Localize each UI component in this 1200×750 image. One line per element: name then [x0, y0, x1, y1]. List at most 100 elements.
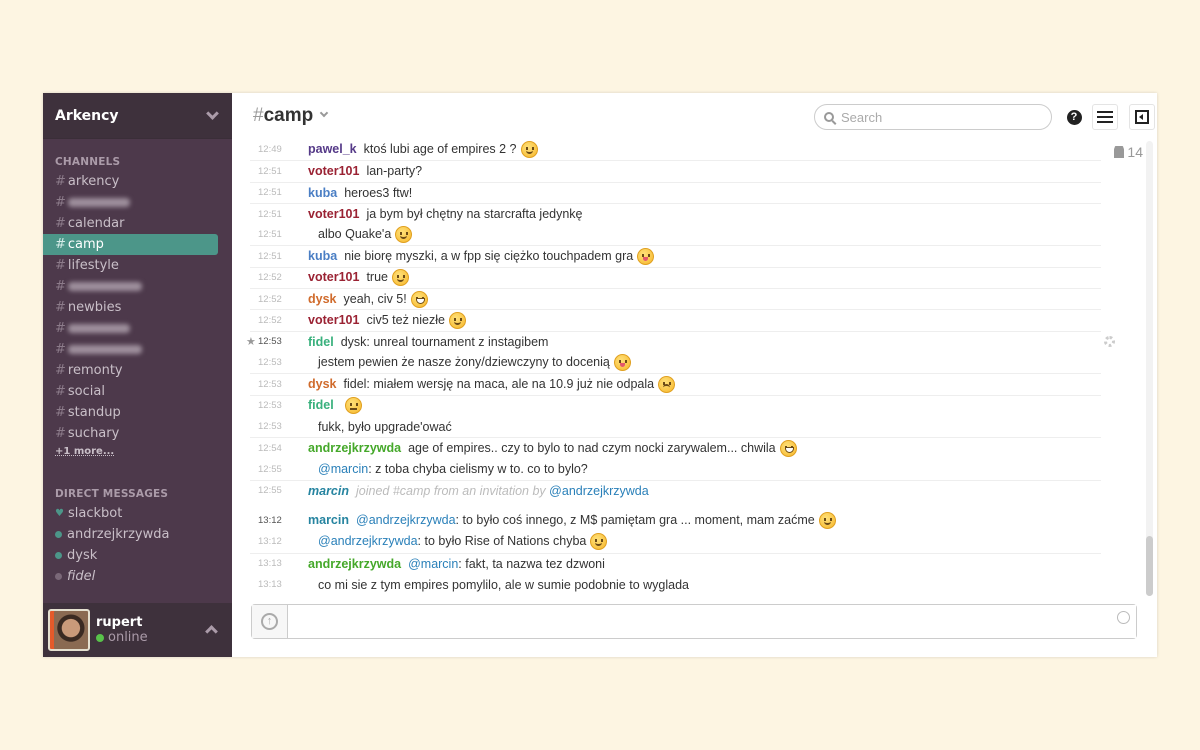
username[interactable]: dysk — [308, 292, 337, 306]
channel-label: remonty — [67, 363, 123, 378]
sidebar-channel-remonty[interactable]: # remonty — [43, 360, 218, 381]
username[interactable]: voter101 — [308, 313, 359, 327]
timestamp[interactable]: 12:53 — [250, 379, 308, 390]
message-body: voter101 true — [308, 269, 409, 287]
channel-title[interactable]: #camp — [253, 105, 329, 127]
username[interactable]: kuba — [308, 186, 337, 200]
channels-heading[interactable]: CHANNELS — [43, 156, 232, 168]
sidebar-channel-standup[interactable]: # standup — [43, 402, 218, 423]
sidebar-channel-hidden[interactable]: # — [43, 192, 218, 213]
timestamp[interactable]: 12:53 — [250, 400, 308, 411]
scrollbar[interactable] — [1146, 141, 1153, 596]
message-input[interactable] — [288, 605, 1136, 638]
message-row: 13:12 @andrzejkrzywda: to było Rise of Na… — [250, 531, 1101, 552]
username[interactable]: andrzejkrzywda — [308, 441, 401, 455]
username[interactable]: voter101 — [308, 164, 359, 178]
message-body: voter101 lan-party? — [308, 164, 422, 178]
help-button[interactable]: ? — [1061, 104, 1087, 130]
message-row: 13:12 marcin @andrzejkrzywda: to było coś … — [250, 510, 1101, 531]
grin-emoji-icon — [779, 439, 797, 457]
sidebar-channel-suchary[interactable]: # suchary — [43, 423, 218, 444]
hash-icon: # — [55, 426, 66, 441]
channel-list: # arkency # # calendar # camp # lifestyle # # newbi… — [43, 171, 232, 444]
username[interactable]: andrzejkrzywda — [308, 557, 401, 571]
username[interactable]: fidel — [308, 398, 334, 412]
channel-details-button[interactable] — [1092, 104, 1118, 130]
gear-icon[interactable] — [1104, 336, 1115, 348]
timestamp[interactable]: 12:53 — [250, 357, 308, 368]
sidebar-channel-social[interactable]: # social — [43, 381, 218, 402]
sidebar-channel-newbies[interactable]: # newbies — [43, 297, 218, 318]
username[interactable]: marcin — [308, 513, 349, 527]
team-name: Arkency — [55, 107, 119, 124]
wink-emoji-icon — [520, 141, 538, 159]
mention-link[interactable]: @marcin — [318, 462, 368, 476]
username[interactable]: pawel_k — [308, 142, 357, 156]
timestamp[interactable]: 12:51 — [250, 251, 308, 262]
username[interactable]: voter101 — [308, 207, 359, 221]
sidebar-channel-hidden[interactable]: # — [43, 276, 218, 297]
sidebar-dm-slackbot[interactable]: ♥ slackbot — [43, 503, 232, 524]
search-input[interactable]: Search — [814, 104, 1052, 130]
sidebar-channel-hidden[interactable]: # — [43, 318, 218, 339]
mention-link[interactable]: @andrzejkrzywda — [356, 513, 456, 527]
team-menu[interactable]: Arkency — [43, 93, 232, 139]
sidebar-channel-camp[interactable]: # camp — [43, 234, 218, 255]
message-row: 13:13 co mi sie z tym empires pomylilo, a… — [250, 574, 1101, 595]
mention-link[interactable]: @andrzejkrzywda — [549, 484, 649, 498]
timestamp[interactable]: 12:49 — [250, 144, 308, 155]
timestamp[interactable]: 12:55 — [250, 485, 308, 496]
message-row: 12:53 fidel — [250, 394, 1101, 416]
hash-icon: # — [55, 342, 66, 357]
sidebar-channel-lifestyle[interactable]: # lifestyle — [43, 255, 218, 276]
mention-link[interactable]: @andrzejkrzywda — [318, 534, 418, 548]
timestamp[interactable]: 12:53 — [250, 336, 308, 347]
message-row: 12:53 fukk, było upgrade'ować — [250, 416, 1101, 437]
message-body: kuba heroes3 ftw! — [308, 186, 412, 200]
timestamp[interactable]: 12:51 — [250, 209, 308, 220]
timestamp[interactable]: 13:13 — [250, 558, 308, 569]
username[interactable]: fidel — [308, 335, 334, 349]
timestamp[interactable]: 13:12 — [250, 515, 308, 526]
sidebar-channel-calendar[interactable]: # calendar — [43, 213, 218, 234]
sidebar-dm-fidel[interactable]: fidel — [43, 566, 232, 587]
emoji-picker-icon[interactable] — [1117, 611, 1130, 624]
sad-emoji-icon — [658, 375, 676, 393]
more-channels-link[interactable]: +1 more... — [43, 444, 232, 460]
dm-label: fidel — [67, 569, 96, 584]
hash-icon: # — [55, 279, 66, 294]
chevron-up-icon[interactable] — [205, 625, 218, 638]
timestamp[interactable]: 13:13 — [250, 579, 308, 590]
timestamp[interactable]: 12:54 — [250, 443, 308, 454]
sidebar-dm-dysk[interactable]: dysk — [43, 545, 232, 566]
username[interactable]: kuba — [308, 249, 337, 263]
scrollbar-thumb[interactable] — [1146, 536, 1153, 596]
message-body: fidel dysk: unreal tournament z instagibe… — [308, 335, 548, 349]
mention-link[interactable]: @marcin — [408, 557, 458, 571]
username[interactable]: dysk — [308, 377, 337, 391]
timestamp[interactable]: 12:52 — [250, 272, 308, 283]
sidebar-channel-hidden[interactable]: # — [43, 339, 218, 360]
sidebar-channel-arkency[interactable]: # arkency — [43, 171, 218, 192]
timestamp[interactable]: 12:52 — [250, 294, 308, 305]
channel-label: camp — [67, 237, 104, 252]
timestamp[interactable]: 12:51 — [250, 229, 308, 240]
star-icon[interactable]: ★ — [246, 335, 256, 348]
timestamp[interactable]: 12:52 — [250, 315, 308, 326]
timestamp[interactable]: 12:55 — [250, 464, 308, 475]
timestamp[interactable]: 12:51 — [250, 187, 308, 198]
username[interactable]: voter101 — [308, 270, 359, 284]
timestamp[interactable]: 12:53 — [250, 421, 308, 432]
hash-icon: # — [55, 300, 66, 315]
user-menu[interactable]: rupert online — [43, 603, 232, 657]
message-text: : to było coś innego, z M$ pamiętam gra … — [455, 512, 815, 527]
dm-heading[interactable]: DIRECT MESSAGES — [43, 488, 232, 500]
sidebar-dm-andrzejkrzywda[interactable]: andrzejkrzywda — [43, 524, 232, 545]
tongue-emoji-icon — [637, 248, 655, 266]
toggle-sidebar-button[interactable] — [1129, 104, 1155, 130]
upload-button[interactable]: ↑ — [252, 605, 288, 638]
timestamp[interactable]: 12:51 — [250, 166, 308, 177]
blurred-channel-name — [67, 324, 130, 333]
username[interactable]: marcin — [308, 484, 349, 498]
timestamp[interactable]: 13:12 — [250, 536, 308, 547]
